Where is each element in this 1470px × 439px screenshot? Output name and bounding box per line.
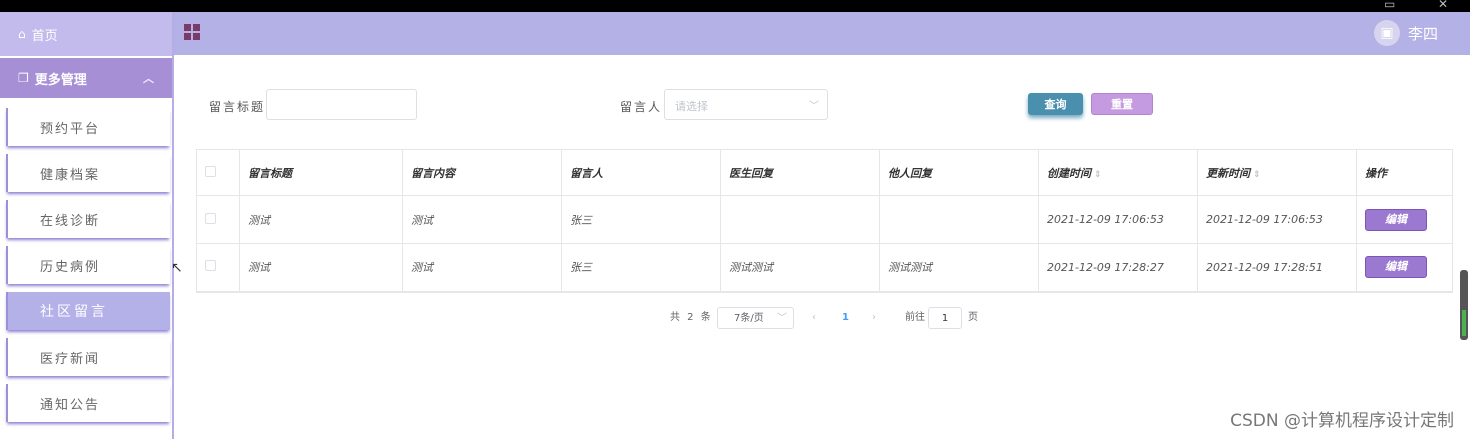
table-cell: 2021-12-09 17:06:53 [1197,195,1357,244]
sidebar-item-label: 历史病例 [40,259,101,275]
sidebar-item-community-messages[interactable]: 社区留言 [6,292,170,330]
sort-icon[interactable]: ⇕ [1094,170,1102,180]
sidebar: ⌂ 首页 ❐ 更多管理 ︿ 预约平台 健康档案 在线诊断 历史病例 社区留言 医… [0,12,174,439]
chevron-up-icon: ︿ [143,72,154,85]
column-header: 留言人 [561,149,721,196]
edit-button[interactable]: 编辑 [1365,256,1427,279]
prev-page-icon[interactable]: ‹ [812,307,816,329]
row-checkbox[interactable] [205,260,216,272]
select-all-checkbox[interactable] [205,165,216,177]
sidebar-item-label: 医疗新闻 [40,351,101,367]
close-icon[interactable]: ✕ [1438,0,1448,11]
column-header-sortable[interactable]: 创建时间 ⇕ [1038,149,1198,196]
table-cell: 测试 [402,195,562,244]
sidebar-item-notices[interactable]: 通知公告 [6,384,170,422]
restore-icon[interactable]: ▭ [1384,0,1395,11]
table-cell: 测试 [402,243,562,293]
user-menu[interactable]: ▣ 李四 [1373,20,1438,46]
table-cell: 2021-12-09 17:28:51 [1197,243,1357,293]
title-filter-label: 留言标题 [209,100,266,114]
top-header: ▣ 李四 [174,12,1470,55]
sidebar-item-label: 首页 [31,28,58,44]
goto-page-input[interactable]: 1 [928,307,962,329]
sidebar-item-online-diagnosis[interactable]: 在线诊断 [6,200,170,238]
table-cell [720,195,880,244]
next-page-icon[interactable]: › [872,307,876,329]
column-header: 留言内容 [402,149,562,196]
sort-icon[interactable]: ⇕ [1253,170,1261,180]
pagination-total: 共 2 条 [670,312,713,323]
sidebar-item-label: 健康档案 [40,167,101,183]
messages-table: 留言标题 留言内容 留言人 医生回复 他人回复 创建时间 ⇕ 更新时间 ⇕ 操作 测… [196,149,1453,293]
sidebar-item-label: 社区留言 [40,304,108,320]
search-button[interactable]: 查询 [1028,93,1083,115]
page-size-select[interactable]: 7条/页 ﹀ [717,307,794,329]
table-cell: 张三 [561,195,721,244]
table-cell: 测试测试 [879,243,1039,293]
title-filter-input[interactable] [266,89,417,120]
table-cell: 测试 [239,243,403,293]
table-cell: 测试测试 [720,243,880,293]
watermark: CSDN @计算机程序设计定制 [1230,411,1454,431]
home-icon: ⌂ [18,27,26,41]
table-cell: 张三 [561,243,721,293]
column-header-sortable[interactable]: 更新时间 ⇕ [1197,149,1357,196]
chevron-down-icon: ﹀ [777,313,787,324]
table-cell: 测试 [239,195,403,244]
copy-icon: ❐ [18,71,29,85]
table-row: 测试 测试 张三 2021-12-09 17:06:53 2021-12-09 … [196,195,1453,244]
column-header: 留言标题 [239,149,403,196]
row-checkbox[interactable] [205,212,216,224]
sidebar-item-label: 预约平台 [40,121,101,137]
table-row: 测试 测试 张三 测试测试 测试测试 2021-12-09 17:28:27 2… [196,243,1453,293]
grid-menu-icon[interactable] [184,24,200,40]
user-name: 李四 [1407,24,1438,43]
column-header: 医生回复 [720,149,880,196]
scrollbar[interactable] [1460,270,1468,340]
page-number-current[interactable]: 1 [842,307,849,329]
goto-label: 前往 [905,312,925,323]
mouse-cursor-icon: ↖ [171,260,183,276]
window-title-bar: ▭ ✕ [0,0,1470,17]
main-content: 留言标题 留言人 请选择 ﹀ 查询 重置 留言标题 留言内容 留言人 医生回复 … [176,55,1470,439]
sidebar-group-more[interactable]: ❐ 更多管理 ︿ [0,58,172,98]
avatar-icon: ▣ [1373,20,1400,46]
sidebar-item-medical-news[interactable]: 医疗新闻 [6,338,170,376]
column-header: 他人回复 [879,149,1039,196]
user-filter-placeholder: 请选择 [675,100,708,113]
user-filter-label: 留言人 [620,100,663,114]
sidebar-item-home[interactable]: ⌂ 首页 [0,12,172,56]
sidebar-item-health-records[interactable]: 健康档案 [6,154,170,192]
sidebar-item-label: 通知公告 [40,397,101,413]
page-suffix: 页 [968,312,978,323]
chevron-down-icon: ﹀ [809,101,819,112]
pagination: 共 2 条 7条/页 ﹀ ‹ 1 › 前往 1 页 [176,307,1470,331]
sidebar-item-history-cases[interactable]: 历史病例 [6,246,170,284]
edit-button[interactable]: 编辑 [1365,208,1427,231]
table-cell [879,195,1039,244]
sidebar-item-label: 在线诊断 [40,213,101,229]
sidebar-item-appointment[interactable]: 预约平台 [6,108,170,146]
sidebar-group-label: 更多管理 [34,72,87,88]
table-cell: 2021-12-09 17:06:53 [1038,195,1198,244]
column-header: 操作 [1356,149,1453,196]
reset-button[interactable]: 重置 [1091,93,1153,115]
table-header-row: 留言标题 留言内容 留言人 医生回复 他人回复 创建时间 ⇕ 更新时间 ⇕ 操作 [196,149,1453,196]
table-cell: 2021-12-09 17:28:27 [1038,243,1198,293]
user-filter-select[interactable]: 请选择 ﹀ [664,89,828,120]
